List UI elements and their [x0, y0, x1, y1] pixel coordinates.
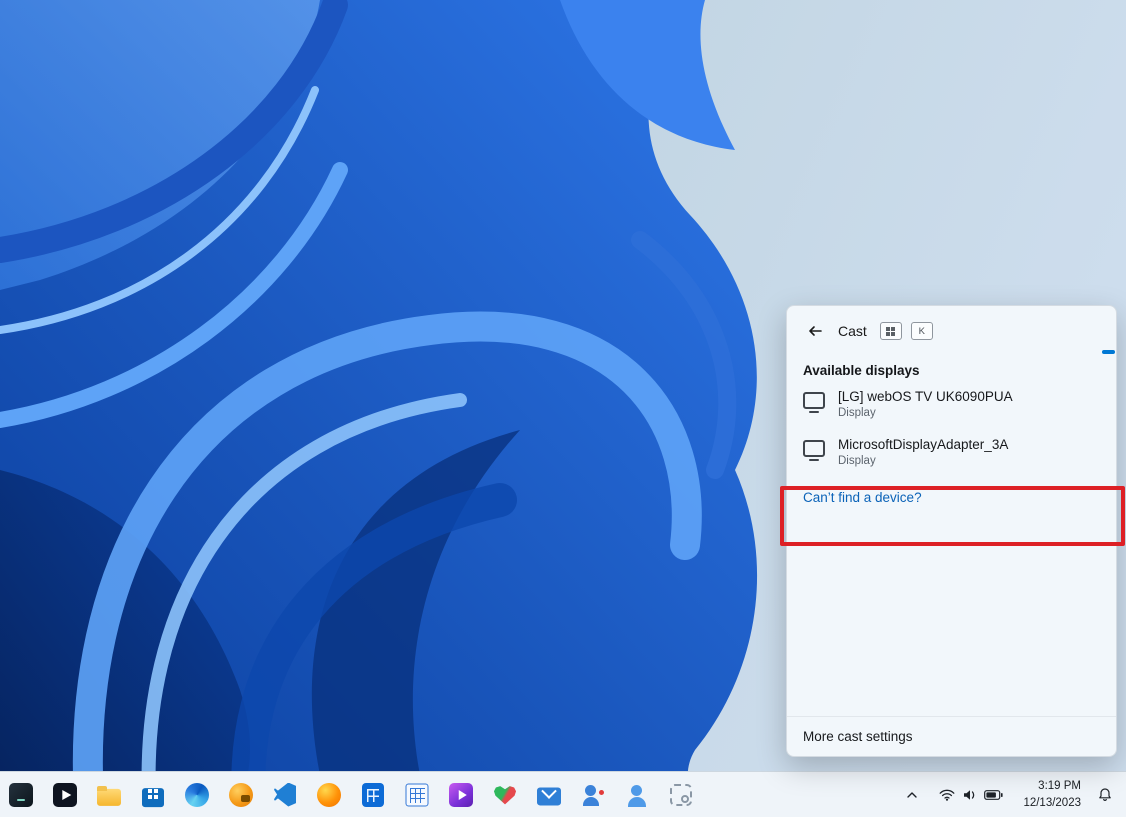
taskbar-people-icon[interactable] — [621, 779, 653, 811]
device-name: [LG] webOS TV UK6090PUA — [838, 389, 1013, 404]
taskbar-security-app-icon[interactable] — [225, 779, 257, 811]
date: 12/13/2023 — [1023, 795, 1081, 811]
taskbar: 3:19 PM 12/13/2023 — [0, 771, 1126, 817]
flyout-title: Cast — [838, 323, 867, 339]
taskbar-media-player-icon[interactable] — [49, 779, 81, 811]
wifi-icon — [939, 789, 955, 801]
taskbar-movies-app-icon[interactable] — [445, 779, 477, 811]
hidden-icons-button[interactable] — [899, 780, 925, 810]
taskbar-mail-icon[interactable] — [533, 779, 565, 811]
device-info: [LG] webOS TV UK6090PUA Display — [838, 389, 1013, 419]
taskbar-microsoft-store-icon[interactable] — [137, 779, 169, 811]
windows-key-icon — [886, 327, 895, 336]
k-key-badge: K — [911, 322, 933, 340]
taskbar-browser-icon[interactable] — [313, 779, 345, 811]
network-volume-battery-button[interactable] — [930, 782, 1012, 808]
bell-icon — [1098, 787, 1112, 802]
device-type: Display — [838, 407, 1013, 419]
scroll-indicator[interactable] — [1102, 350, 1115, 354]
device-type: Display — [838, 455, 1008, 467]
device-name: MicrosoftDisplayAdapter_3A — [838, 437, 1008, 452]
display-icon — [803, 392, 825, 409]
flyout-spacer — [787, 519, 1116, 716]
available-displays-heading: Available displays — [803, 363, 1100, 378]
back-icon — [807, 324, 823, 338]
taskbar-edge-icon[interactable] — [181, 779, 213, 811]
cast-flyout-header: Cast K — [787, 306, 1116, 348]
cant-find-device-link[interactable]: Can’t find a device? — [787, 476, 1116, 519]
taskbar-apps — [0, 779, 697, 811]
volume-icon — [962, 789, 977, 801]
screen: Cast K Available displays [LG] webOS TV … — [0, 0, 1126, 817]
device-row-lg-tv[interactable]: [LG] webOS TV UK6090PUA Display — [787, 380, 1116, 428]
cast-flyout: Cast K Available displays [LG] webOS TV … — [786, 305, 1117, 757]
system-tray: 3:19 PM 12/13/2023 — [899, 775, 1126, 813]
taskbar-spreadsheet-icon[interactable] — [401, 779, 433, 811]
taskbar-snipping-tool-icon[interactable] — [665, 779, 697, 811]
taskbar-file-explorer-icon[interactable] — [93, 779, 125, 811]
back-button[interactable] — [801, 318, 829, 344]
display-icon — [803, 440, 825, 457]
more-cast-settings[interactable]: More cast settings — [787, 716, 1116, 756]
taskbar-calculator-icon[interactable] — [357, 779, 389, 811]
notification-bell-button[interactable] — [1092, 780, 1118, 810]
time: 3:19 PM — [1023, 778, 1081, 794]
windows-key-badge — [880, 322, 902, 340]
chevron-up-icon — [906, 791, 918, 799]
taskbar-terminal-icon[interactable] — [5, 779, 37, 811]
taskbar-health-app-icon[interactable] — [489, 779, 521, 811]
taskbar-feedback-hub-icon[interactable] — [577, 779, 609, 811]
battery-icon — [984, 790, 1003, 800]
taskbar-vscode-icon[interactable] — [269, 779, 301, 811]
device-info: MicrosoftDisplayAdapter_3A Display — [838, 437, 1008, 467]
clock[interactable]: 3:19 PM 12/13/2023 — [1017, 775, 1087, 813]
device-row-display-adapter[interactable]: MicrosoftDisplayAdapter_3A Display — [787, 428, 1116, 476]
